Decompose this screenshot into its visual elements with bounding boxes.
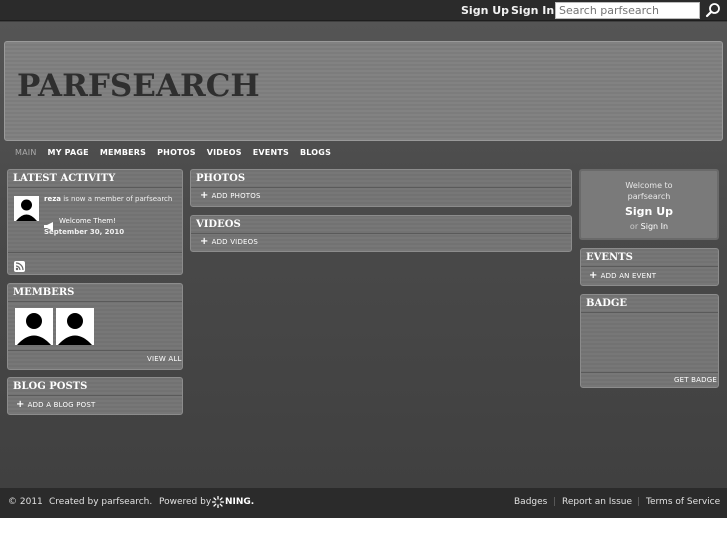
report-issue-link[interactable]: Report an Issue [562, 497, 632, 507]
ning-logo-icon[interactable] [211, 495, 225, 511]
welcome-signup-link[interactable]: Sign Up [581, 205, 717, 218]
add-photos-label: ADD PHOTOS [211, 192, 261, 200]
member-avatar[interactable] [14, 196, 39, 221]
nav-item-main[interactable]: MAIN [15, 148, 37, 160]
nav-item-photos[interactable]: PHOTOS [157, 148, 196, 160]
site-title[interactable]: PARFSEARCH [17, 68, 260, 104]
activity-description: is now a member of parfsearch [63, 195, 173, 203]
search-icon[interactable] [705, 2, 721, 18]
events-title: EVENTS [581, 249, 718, 267]
latest-activity-module: LATEST ACTIVITY reza is now a member of … [7, 169, 183, 275]
badge-title: BADGE [581, 295, 718, 313]
badge-module: BADGE GET BADGE [580, 294, 719, 388]
module-divider [8, 350, 182, 351]
member-avatar[interactable] [15, 308, 53, 345]
main-nav: MAIN MY PAGE MEMBERS PHOTOS VIDEOS EVENT… [15, 148, 331, 160]
signin-link[interactable]: Sign In [511, 4, 554, 17]
created-by-text: Created by parfsearch. [49, 497, 153, 507]
blog-posts-module: BLOG POSTS + ADD A BLOG POST [7, 377, 183, 415]
photos-title: PHOTOS [191, 170, 571, 188]
events-module: EVENTS + ADD AN EVENT [580, 248, 719, 286]
add-event-label: ADD AN EVENT [600, 272, 657, 280]
ning-logo-text[interactable]: NING. [225, 497, 254, 507]
rss-icon[interactable] [14, 257, 25, 276]
add-blog-post-link[interactable]: + ADD A BLOG POST [16, 399, 95, 410]
nav-item-events[interactable]: EVENTS [253, 148, 289, 160]
nav-item-my-page[interactable]: MY PAGE [48, 148, 89, 160]
top-bar: Sign Up Sign In [0, 0, 727, 21]
get-badge-link[interactable]: GET BADGE [674, 376, 717, 384]
welcome-line-2: parfsearch [627, 192, 671, 201]
plus-icon: + [200, 236, 209, 247]
blog-posts-title: BLOG POSTS [8, 378, 182, 396]
nav-item-videos[interactable]: VIDEOS [207, 148, 242, 160]
plus-icon: + [200, 190, 209, 201]
add-event-link[interactable]: + ADD AN EVENT [589, 270, 656, 281]
plus-icon: + [589, 270, 598, 281]
welcome-line-1: Welcome to [625, 181, 673, 190]
module-divider [581, 372, 718, 373]
latest-activity-title: LATEST ACTIVITY [8, 170, 182, 188]
members-module: MEMBERS VIEW ALL [7, 283, 183, 370]
footer: © 2011 Created by parfsearch. Powered by… [0, 488, 727, 518]
search-input[interactable] [555, 2, 700, 19]
signup-link[interactable]: Sign Up [461, 4, 509, 17]
view-all-members-link[interactable]: VIEW ALL [147, 355, 182, 363]
footer-separator: | [637, 497, 641, 507]
welcome-box: Welcome to parfsearch Sign Up or Sign In [579, 169, 719, 240]
page-bottom-area [0, 518, 727, 545]
site-header: PARFSEARCH [4, 41, 723, 141]
plus-icon: + [16, 399, 25, 410]
or-text: or [629, 222, 639, 231]
copyright-text: © 2011 [8, 497, 43, 507]
add-videos-link[interactable]: + ADD VIDEOS [200, 236, 258, 247]
member-avatar[interactable] [56, 308, 94, 345]
activity-text: reza is now a member of parfsearch [44, 194, 174, 204]
add-videos-label: ADD VIDEOS [211, 238, 259, 246]
terms-link[interactable]: Terms of Service [646, 497, 720, 507]
welcome-text: Welcome to parfsearch [581, 180, 717, 202]
nav-item-blogs[interactable]: BLOGS [300, 148, 331, 160]
footer-separator: | [553, 497, 557, 507]
welcome-them-link[interactable]: Welcome Them! [59, 217, 116, 225]
add-photos-link[interactable]: + ADD PHOTOS [200, 190, 261, 201]
add-blog-post-label: ADD A BLOG POST [27, 401, 96, 409]
activity-date: September 30, 2010 [44, 228, 125, 236]
videos-title: VIDEOS [191, 216, 571, 234]
member-name-link[interactable]: reza [44, 195, 61, 203]
nav-item-members[interactable]: MEMBERS [100, 148, 146, 160]
videos-module: VIDEOS + ADD VIDEOS [190, 215, 572, 252]
photos-module: PHOTOS + ADD PHOTOS [190, 169, 572, 207]
members-title: MEMBERS [8, 284, 182, 302]
powered-by-text: Powered by [159, 497, 212, 507]
badges-link[interactable]: Badges [514, 497, 547, 507]
welcome-signin-row: or Sign In [581, 222, 717, 231]
module-divider [8, 252, 182, 253]
welcome-signin-link[interactable]: Sign In [641, 222, 668, 231]
